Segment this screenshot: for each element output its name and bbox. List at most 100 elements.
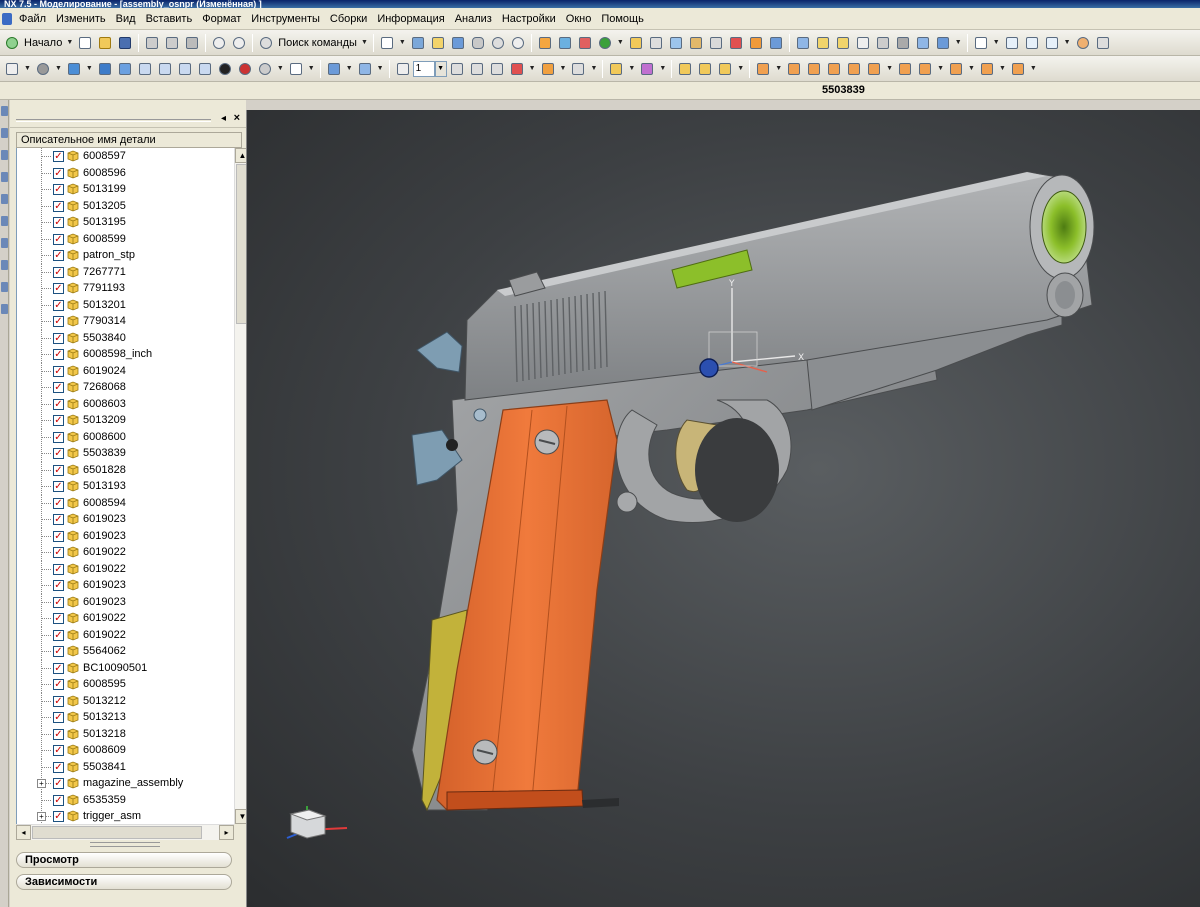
visibility-checkbox[interactable]: ✓ — [53, 365, 64, 377]
visibility-checkbox[interactable]: ✓ — [53, 382, 64, 393]
tree-row[interactable]: ✓ 6019023 — [17, 577, 234, 594]
menu-view[interactable]: Вид — [111, 13, 141, 25]
visibility-checkbox[interactable]: ✓ — [53, 481, 64, 492]
add-component-dropdown-icon[interactable]: ▼ — [775, 65, 782, 72]
wcs-dynamics-dropdown-icon[interactable]: ▼ — [590, 65, 597, 72]
delete-icon[interactable] — [183, 34, 201, 52]
intersect-icon[interactable] — [767, 34, 785, 52]
tree-row[interactable]: + ✓ magazine_assembly — [17, 775, 234, 792]
visibility-checkbox[interactable]: ✓ — [53, 761, 64, 773]
tree-row[interactable]: ✓ BC10090501 — [17, 659, 234, 677]
view-top-icon[interactable] — [116, 60, 134, 78]
tree-row[interactable]: ✓ 5013205 — [17, 197, 234, 215]
menu-tools[interactable]: Инструменты — [246, 13, 325, 25]
mirror-icon[interactable] — [914, 34, 932, 52]
expand-icon[interactable]: + — [37, 812, 46, 821]
clearance-icon[interactable] — [978, 60, 996, 78]
tree-row[interactable]: ✓ 6019024 — [17, 362, 234, 380]
wcs-dropdown-icon[interactable]: ▼ — [529, 65, 536, 72]
pad-icon[interactable] — [667, 34, 685, 52]
visibility-checkbox[interactable]: ✓ — [53, 580, 64, 591]
view-right-icon[interactable] — [156, 60, 174, 78]
shaded-mode-icon[interactable] — [216, 60, 234, 78]
revolve-icon[interactable] — [556, 34, 574, 52]
menu-information[interactable]: Информация — [372, 13, 449, 25]
subtract-icon[interactable] — [747, 34, 765, 52]
visibility-checkbox[interactable]: ✓ — [53, 695, 64, 707]
section-dropdown-icon[interactable]: ▼ — [346, 65, 353, 72]
visibility-checkbox[interactable]: ✓ — [53, 316, 64, 327]
scroll-right-icon[interactable]: ▸ — [219, 825, 234, 840]
wcs-rotate-dropdown-icon[interactable]: ▼ — [560, 65, 567, 72]
tree-row[interactable]: ✓ 5503841 — [17, 758, 234, 776]
filter-dropdown-icon[interactable]: ▼ — [659, 65, 666, 72]
roles-tab-icon[interactable] — [1, 260, 8, 270]
tree-row[interactable]: ✓ 5503839 — [17, 445, 234, 462]
tree-row[interactable]: ✓ 5564062 — [17, 643, 234, 660]
assembly-navigator-icon[interactable] — [409, 34, 427, 52]
unite-icon[interactable] — [727, 34, 745, 52]
chamfer-icon[interactable] — [834, 34, 852, 52]
wcs-rotate-icon[interactable] — [539, 60, 557, 78]
groove-icon[interactable] — [687, 34, 705, 52]
selection-filter-icon[interactable] — [638, 60, 656, 78]
system-materials-tab-icon[interactable] — [1, 238, 8, 248]
ball-icon[interactable] — [509, 34, 527, 52]
clearance-dropdown-icon[interactable]: ▼ — [999, 65, 1006, 72]
move-component-icon[interactable] — [845, 60, 863, 78]
pattern-icon[interactable] — [894, 34, 912, 52]
view-front-icon[interactable] — [96, 60, 114, 78]
trim-body-icon[interactable] — [794, 34, 812, 52]
slot-icon[interactable] — [707, 34, 725, 52]
tree-row[interactable]: ✓ 6019022 — [17, 626, 234, 644]
constraints-dropdown-icon[interactable]: ▼ — [886, 65, 893, 72]
tree-row[interactable]: ✓ 7790314 — [17, 313, 234, 330]
sew-icon[interactable] — [934, 34, 952, 52]
menu-window[interactable]: Окно — [561, 13, 597, 25]
background-dropdown-icon[interactable]: ▼ — [308, 65, 315, 72]
tree-row[interactable]: ✓ 6535359 — [17, 791, 234, 809]
tree-row[interactable]: ✓ 5013193 — [17, 478, 234, 495]
expand-icon[interactable]: + — [37, 779, 46, 788]
wave-linker-icon[interactable] — [947, 60, 965, 78]
visibility-checkbox[interactable]: ✓ — [53, 679, 64, 690]
sphere-icon[interactable] — [489, 34, 507, 52]
datum-icon[interactable] — [576, 34, 594, 52]
process-studio-tab-icon[interactable] — [1, 304, 8, 314]
wireframe-icon[interactable] — [256, 60, 274, 78]
wcs-origin-icon[interactable] — [508, 60, 526, 78]
orient-dropdown-icon[interactable]: ▼ — [86, 65, 93, 72]
surface-dropdown-icon[interactable]: ▼ — [1064, 39, 1071, 46]
menu-file[interactable]: Файл — [14, 13, 51, 25]
tree-row[interactable]: ✓ 6019023 — [17, 511, 234, 528]
extra-tools-icon[interactable] — [1094, 34, 1112, 52]
measure-dropdown-icon[interactable]: ▼ — [737, 65, 744, 72]
datum-dropdown-icon[interactable]: ▼ — [617, 39, 624, 46]
section-view-icon[interactable] — [325, 60, 343, 78]
component-array-icon[interactable] — [805, 60, 823, 78]
part-navigator-icon[interactable] — [429, 34, 447, 52]
render-dropdown-icon[interactable]: ▼ — [55, 65, 62, 72]
layer-settings-icon[interactable] — [394, 60, 412, 78]
replace-dropdown-icon[interactable]: ▼ — [1030, 65, 1037, 72]
cube-blue-icon[interactable] — [449, 34, 467, 52]
tree-row[interactable]: ✓ 5013195 — [17, 214, 234, 231]
visibility-checkbox[interactable]: ✓ — [53, 563, 64, 575]
menu-insert[interactable]: Вставить — [141, 13, 198, 25]
visibility-checkbox[interactable]: ✓ — [53, 497, 64, 509]
snap-point-icon[interactable] — [607, 60, 625, 78]
visibility-checkbox[interactable]: ✓ — [53, 712, 64, 723]
navigator-horizontal-scrollbar[interactable]: ◂ ▸ — [16, 824, 234, 840]
shell-icon[interactable] — [854, 34, 872, 52]
menu-help[interactable]: Помощь — [596, 13, 649, 25]
clip-icon[interactable] — [356, 60, 374, 78]
style-dropdown-icon[interactable]: ▼ — [277, 65, 284, 72]
visibility-checkbox[interactable]: ✓ — [53, 349, 64, 360]
tree-row[interactable]: ✓ 6501828 — [17, 461, 234, 479]
assembly-navigator-tab-icon[interactable] — [1, 106, 8, 116]
wcs-dynamics-icon[interactable] — [569, 60, 587, 78]
visibility-checkbox[interactable]: ✓ — [53, 448, 64, 459]
tree-row[interactable]: ✓ 6008596 — [17, 164, 234, 182]
sketch-dropdown-icon[interactable]: ▼ — [993, 39, 1000, 46]
visibility-checkbox[interactable]: ✓ — [53, 646, 64, 657]
